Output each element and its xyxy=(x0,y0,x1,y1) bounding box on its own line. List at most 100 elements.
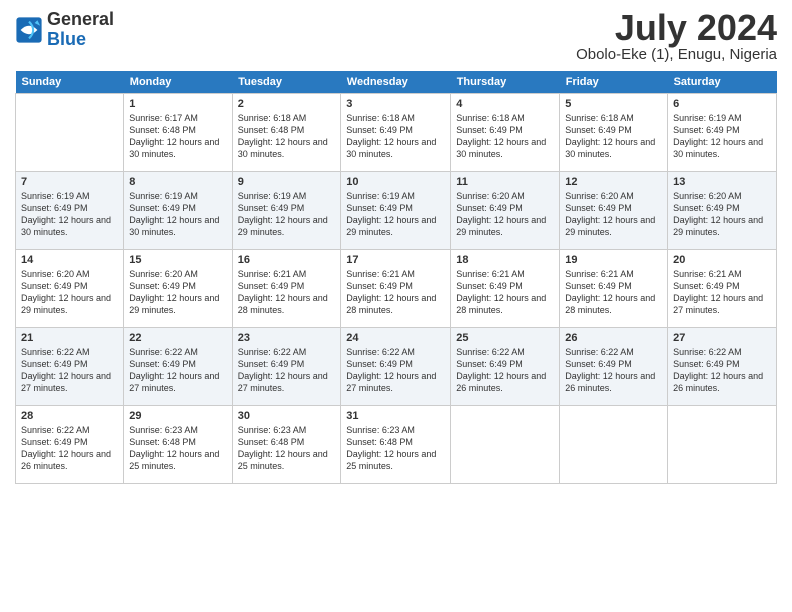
table-row: 24 Sunrise: 6:22 AMSunset: 6:49 PMDaylig… xyxy=(341,328,451,406)
table-row: 6 Sunrise: 6:19 AMSunset: 6:49 PMDayligh… xyxy=(668,94,777,172)
table-row: 31 Sunrise: 6:23 AMSunset: 6:48 PMDaylig… xyxy=(341,406,451,484)
cell-info: Sunrise: 6:21 AMSunset: 6:49 PMDaylight:… xyxy=(673,268,771,317)
cell-info: Sunrise: 6:17 AMSunset: 6:48 PMDaylight:… xyxy=(129,112,226,161)
calendar-week-row: 7 Sunrise: 6:19 AMSunset: 6:49 PMDayligh… xyxy=(16,172,777,250)
table-row: 22 Sunrise: 6:22 AMSunset: 6:49 PMDaylig… xyxy=(124,328,232,406)
day-number: 7 xyxy=(21,176,118,188)
day-number: 14 xyxy=(21,254,118,266)
title-area: July 2024 Obolo-Eke (1), Enugu, Nigeria xyxy=(576,10,777,63)
cell-info: Sunrise: 6:18 AMSunset: 6:49 PMDaylight:… xyxy=(456,112,554,161)
table-row: 14 Sunrise: 6:20 AMSunset: 6:49 PMDaylig… xyxy=(16,250,124,328)
cell-info: Sunrise: 6:20 AMSunset: 6:49 PMDaylight:… xyxy=(21,268,118,317)
header-tuesday: Tuesday xyxy=(232,71,341,94)
day-number: 29 xyxy=(129,410,226,422)
day-number: 4 xyxy=(456,98,554,110)
table-row: 9 Sunrise: 6:19 AMSunset: 6:49 PMDayligh… xyxy=(232,172,341,250)
day-number: 8 xyxy=(129,176,226,188)
table-row: 26 Sunrise: 6:22 AMSunset: 6:49 PMDaylig… xyxy=(560,328,668,406)
cell-info: Sunrise: 6:22 AMSunset: 6:49 PMDaylight:… xyxy=(673,346,771,395)
table-row: 16 Sunrise: 6:21 AMSunset: 6:49 PMDaylig… xyxy=(232,250,341,328)
calendar-page: General Blue July 2024 Obolo-Eke (1), En… xyxy=(0,0,792,612)
table-row: 17 Sunrise: 6:21 AMSunset: 6:49 PMDaylig… xyxy=(341,250,451,328)
cell-info: Sunrise: 6:18 AMSunset: 6:48 PMDaylight:… xyxy=(238,112,336,161)
cell-info: Sunrise: 6:22 AMSunset: 6:49 PMDaylight:… xyxy=(21,424,118,473)
calendar-table: Sunday Monday Tuesday Wednesday Thursday… xyxy=(15,71,777,484)
cell-info: Sunrise: 6:22 AMSunset: 6:49 PMDaylight:… xyxy=(565,346,662,395)
cell-info: Sunrise: 6:19 AMSunset: 6:49 PMDaylight:… xyxy=(129,190,226,239)
day-number: 17 xyxy=(346,254,445,266)
table-row: 8 Sunrise: 6:19 AMSunset: 6:49 PMDayligh… xyxy=(124,172,232,250)
table-row: 23 Sunrise: 6:22 AMSunset: 6:49 PMDaylig… xyxy=(232,328,341,406)
table-row xyxy=(451,406,560,484)
cell-info: Sunrise: 6:22 AMSunset: 6:49 PMDaylight:… xyxy=(346,346,445,395)
day-number: 12 xyxy=(565,176,662,188)
table-row: 25 Sunrise: 6:22 AMSunset: 6:49 PMDaylig… xyxy=(451,328,560,406)
header-monday: Monday xyxy=(124,71,232,94)
cell-info: Sunrise: 6:23 AMSunset: 6:48 PMDaylight:… xyxy=(129,424,226,473)
day-number: 26 xyxy=(565,332,662,344)
day-number: 19 xyxy=(565,254,662,266)
header-thursday: Thursday xyxy=(451,71,560,94)
table-row: 2 Sunrise: 6:18 AMSunset: 6:48 PMDayligh… xyxy=(232,94,341,172)
calendar-week-row: 28 Sunrise: 6:22 AMSunset: 6:49 PMDaylig… xyxy=(16,406,777,484)
day-number: 22 xyxy=(129,332,226,344)
calendar-header-row: Sunday Monday Tuesday Wednesday Thursday… xyxy=(16,71,777,94)
day-number: 16 xyxy=(238,254,336,266)
day-number: 30 xyxy=(238,410,336,422)
cell-info: Sunrise: 6:20 AMSunset: 6:49 PMDaylight:… xyxy=(673,190,771,239)
cell-info: Sunrise: 6:21 AMSunset: 6:49 PMDaylight:… xyxy=(238,268,336,317)
cell-info: Sunrise: 6:21 AMSunset: 6:49 PMDaylight:… xyxy=(346,268,445,317)
table-row: 10 Sunrise: 6:19 AMSunset: 6:49 PMDaylig… xyxy=(341,172,451,250)
table-row xyxy=(560,406,668,484)
cell-info: Sunrise: 6:19 AMSunset: 6:49 PMDaylight:… xyxy=(673,112,771,161)
day-number: 13 xyxy=(673,176,771,188)
table-row: 1 Sunrise: 6:17 AMSunset: 6:48 PMDayligh… xyxy=(124,94,232,172)
day-number: 27 xyxy=(673,332,771,344)
table-row: 13 Sunrise: 6:20 AMSunset: 6:49 PMDaylig… xyxy=(668,172,777,250)
day-number: 9 xyxy=(238,176,336,188)
cell-info: Sunrise: 6:22 AMSunset: 6:49 PMDaylight:… xyxy=(456,346,554,395)
cell-info: Sunrise: 6:22 AMSunset: 6:49 PMDaylight:… xyxy=(21,346,118,395)
header-saturday: Saturday xyxy=(668,71,777,94)
day-number: 25 xyxy=(456,332,554,344)
table-row: 29 Sunrise: 6:23 AMSunset: 6:48 PMDaylig… xyxy=(124,406,232,484)
page-header: General Blue July 2024 Obolo-Eke (1), En… xyxy=(15,10,777,63)
table-row: 28 Sunrise: 6:22 AMSunset: 6:49 PMDaylig… xyxy=(16,406,124,484)
header-wednesday: Wednesday xyxy=(341,71,451,94)
cell-info: Sunrise: 6:20 AMSunset: 6:49 PMDaylight:… xyxy=(129,268,226,317)
table-row: 30 Sunrise: 6:23 AMSunset: 6:48 PMDaylig… xyxy=(232,406,341,484)
table-row: 27 Sunrise: 6:22 AMSunset: 6:49 PMDaylig… xyxy=(668,328,777,406)
header-sunday: Sunday xyxy=(16,71,124,94)
day-number: 10 xyxy=(346,176,445,188)
cell-info: Sunrise: 6:22 AMSunset: 6:49 PMDaylight:… xyxy=(129,346,226,395)
month-year: July 2024 xyxy=(576,10,777,46)
cell-info: Sunrise: 6:21 AMSunset: 6:49 PMDaylight:… xyxy=(565,268,662,317)
day-number: 31 xyxy=(346,410,445,422)
table-row xyxy=(668,406,777,484)
cell-info: Sunrise: 6:19 AMSunset: 6:49 PMDaylight:… xyxy=(346,190,445,239)
header-friday: Friday xyxy=(560,71,668,94)
calendar-week-row: 21 Sunrise: 6:22 AMSunset: 6:49 PMDaylig… xyxy=(16,328,777,406)
table-row: 20 Sunrise: 6:21 AMSunset: 6:49 PMDaylig… xyxy=(668,250,777,328)
cell-info: Sunrise: 6:20 AMSunset: 6:49 PMDaylight:… xyxy=(456,190,554,239)
table-row: 18 Sunrise: 6:21 AMSunset: 6:49 PMDaylig… xyxy=(451,250,560,328)
day-number: 6 xyxy=(673,98,771,110)
cell-info: Sunrise: 6:18 AMSunset: 6:49 PMDaylight:… xyxy=(346,112,445,161)
cell-info: Sunrise: 6:22 AMSunset: 6:49 PMDaylight:… xyxy=(238,346,336,395)
cell-info: Sunrise: 6:19 AMSunset: 6:49 PMDaylight:… xyxy=(238,190,336,239)
table-row: 5 Sunrise: 6:18 AMSunset: 6:49 PMDayligh… xyxy=(560,94,668,172)
cell-info: Sunrise: 6:23 AMSunset: 6:48 PMDaylight:… xyxy=(238,424,336,473)
day-number: 1 xyxy=(129,98,226,110)
day-number: 11 xyxy=(456,176,554,188)
location: Obolo-Eke (1), Enugu, Nigeria xyxy=(576,46,777,63)
table-row: 12 Sunrise: 6:20 AMSunset: 6:49 PMDaylig… xyxy=(560,172,668,250)
table-row: 21 Sunrise: 6:22 AMSunset: 6:49 PMDaylig… xyxy=(16,328,124,406)
table-row: 19 Sunrise: 6:21 AMSunset: 6:49 PMDaylig… xyxy=(560,250,668,328)
day-number: 28 xyxy=(21,410,118,422)
cell-info: Sunrise: 6:23 AMSunset: 6:48 PMDaylight:… xyxy=(346,424,445,473)
table-row: 11 Sunrise: 6:20 AMSunset: 6:49 PMDaylig… xyxy=(451,172,560,250)
calendar-week-row: 14 Sunrise: 6:20 AMSunset: 6:49 PMDaylig… xyxy=(16,250,777,328)
day-number: 21 xyxy=(21,332,118,344)
table-row: 4 Sunrise: 6:18 AMSunset: 6:49 PMDayligh… xyxy=(451,94,560,172)
day-number: 18 xyxy=(456,254,554,266)
